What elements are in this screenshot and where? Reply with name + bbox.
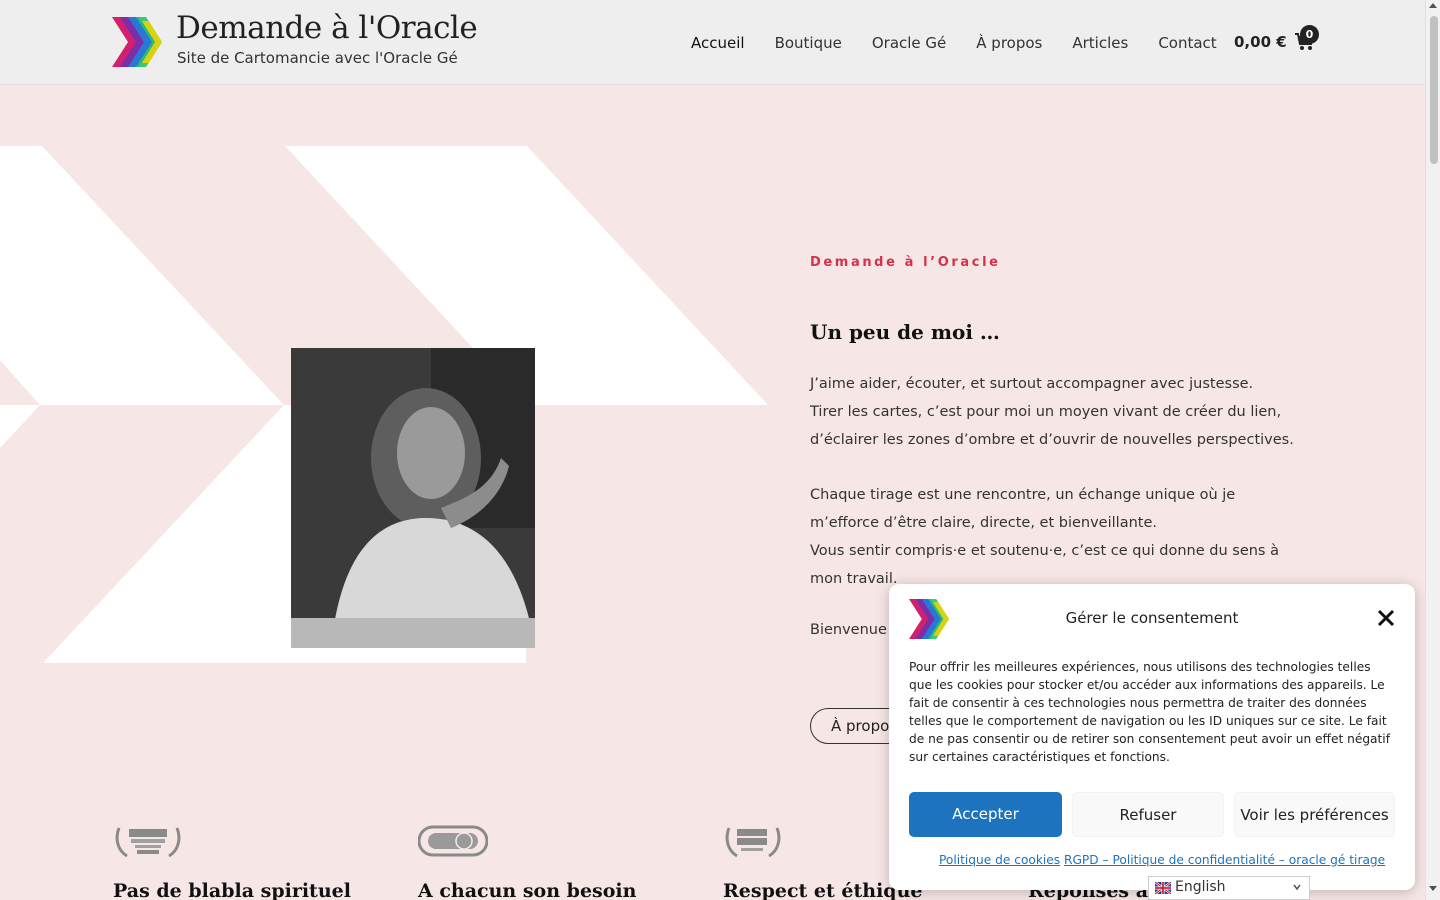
hero-text-line: J’aime aider, écouter, et surtout accomp… (810, 376, 1254, 392)
site-title[interactable]: Demande à l'Oracle (176, 10, 478, 46)
award-laurel-icon (115, 827, 181, 858)
consent-title: Gérer le consentement (1065, 609, 1239, 627)
consent-description: Pour offrir les meilleures expériences, … (909, 660, 1390, 764)
cart-total: 0,00 € (1234, 33, 1287, 51)
language-selector[interactable]: English (1148, 876, 1310, 900)
hero-paragraph-1: J’aime aider, écouter, et surtout accomp… (810, 370, 1294, 454)
nav-item-oracle-ge[interactable]: Oracle Gé (872, 34, 946, 52)
hero-text-line: Chaque tirage est une rencontre, un écha… (810, 487, 1236, 503)
view-preferences-button[interactable]: Voir les préférences (1234, 792, 1395, 837)
hero-eyebrow: Demande à l’Oracle (810, 255, 1001, 270)
chevron-down-icon (1293, 884, 1301, 891)
hero-description: J’aime aider, écouter, et surtout accomp… (810, 370, 1294, 620)
privacy-policy-link[interactable]: RGPD – Politique de confidentialité – or… (1064, 853, 1385, 867)
main-nav: Accueil Boutique Oracle Gé À propos Arti… (691, 34, 1217, 52)
accept-button[interactable]: Accepter (909, 792, 1062, 837)
nav-item-a-propos[interactable]: À propos (976, 34, 1042, 52)
portrait-figure-icon (291, 348, 535, 648)
page-scrollbar[interactable] (1425, 0, 1440, 900)
site-logo-icon[interactable] (112, 17, 162, 67)
feature-title: A chacun son besoin (418, 880, 637, 900)
nav-item-contact[interactable]: Contact (1158, 34, 1216, 52)
refuse-button[interactable]: Refuser (1072, 792, 1224, 837)
hero-text-line: Vous sentir compris·e et soutenu·e, c’es… (810, 543, 1279, 559)
uk-flag-icon (1155, 882, 1171, 894)
hero-welcome-text: Bienvenue (810, 622, 887, 638)
scroll-up-arrow-icon[interactable] (1429, 3, 1437, 8)
hero-text-line: Tirer les cartes, c’est pour moi un moye… (810, 404, 1282, 420)
award-laurel-icon (725, 827, 781, 858)
scroll-down-arrow-icon[interactable] (1429, 886, 1437, 891)
site-header: Demande à l'Oracle Site de Cartomancie a… (0, 0, 1425, 85)
nav-item-accueil[interactable]: Accueil (691, 34, 745, 52)
site-tagline: Site de Cartomancie avec l'Oracle Gé (177, 49, 458, 67)
portrait-photo (291, 348, 535, 648)
cookie-consent-dialog: Gérer le consentement Pour offrir les me… (889, 584, 1415, 890)
hero-title: Un peu de moi … (810, 320, 1000, 344)
feature-item: Pas de blabla spirituel (113, 824, 351, 900)
cookie-policy-link[interactable]: Politique de cookies (939, 853, 1060, 867)
language-label: English (1175, 879, 1226, 895)
nav-item-articles[interactable]: Articles (1072, 34, 1128, 52)
feature-item: A chacun son besoin (417, 824, 636, 900)
feature-title: Pas de blabla spirituel (113, 880, 351, 900)
hero-text-line: d’éclairer les zones d’ombre et d’ouvrir… (810, 432, 1294, 448)
close-icon[interactable] (1376, 608, 1396, 628)
scrollbar-thumb[interactable] (1430, 16, 1438, 164)
feature-item: Respect et éthique (723, 824, 922, 900)
cart-count-badge: 0 (1300, 25, 1319, 44)
hero-text-line: m’efforce d’être claire, directe, et bie… (810, 515, 1157, 531)
hero-paragraph-2: Chaque tirage est une rencontre, un écha… (810, 481, 1280, 593)
nav-item-boutique[interactable]: Boutique (775, 34, 842, 52)
standard-seal-icon (417, 825, 489, 857)
